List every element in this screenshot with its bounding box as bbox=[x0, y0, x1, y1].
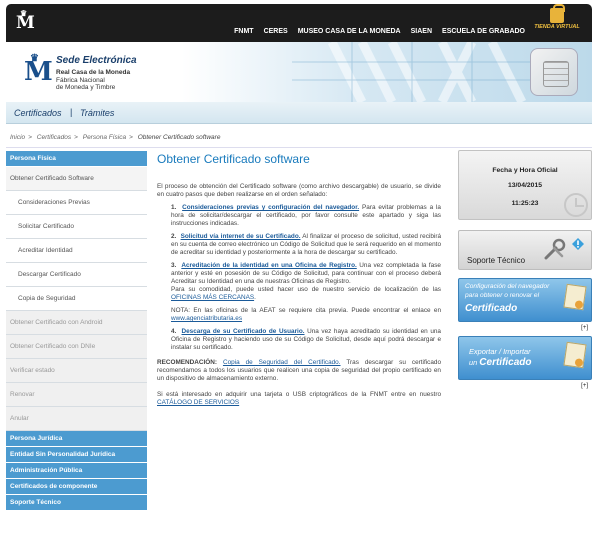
sidebar-item-consideraciones-previas[interactable]: Consideraciones Previas bbox=[6, 191, 147, 215]
step-3-number: 3. bbox=[171, 262, 177, 269]
nav-ceres[interactable]: CERES bbox=[259, 28, 293, 35]
certificate-icon bbox=[563, 283, 587, 311]
recommendation: RECOMENDACIÓN: Copia de Seguridad del Ce… bbox=[157, 359, 441, 383]
catalog-text: Si está interesado en adquirir una tarje… bbox=[157, 391, 441, 398]
breadcrumb: Inicio > Certificados > Persona Física > Ob… bbox=[10, 134, 221, 141]
divider bbox=[6, 147, 592, 148]
export-import-line2: un Certificado bbox=[469, 357, 532, 368]
fnmt-logo[interactable]: ♛ M bbox=[24, 52, 53, 88]
sidebar-item-dnie[interactable]: Obtener Certificado con DNIe bbox=[6, 335, 147, 359]
browser-config-line1: Configuración del navegador bbox=[465, 283, 550, 290]
sidebar-header-soporte-tecnico[interactable]: Soporte Técnico bbox=[6, 495, 147, 511]
catalogo-servicios-link[interactable]: CATÁLOGO DE SERVICIOS bbox=[157, 399, 239, 406]
nav-escuela-grabado[interactable]: ESCUELA DE GRABADO bbox=[437, 28, 530, 35]
clock-icon bbox=[564, 193, 588, 217]
nav-siaen[interactable]: SIAEN bbox=[406, 28, 437, 35]
sidebar-item-android[interactable]: Obtener Certificado con Android bbox=[6, 311, 147, 335]
nav-museo[interactable]: MUSEO CASA DE LA MONEDA bbox=[293, 28, 406, 35]
sidebar: Persona Física Obtener Certificado Softw… bbox=[6, 151, 147, 511]
crest-logo[interactable]: ♛ M bbox=[16, 9, 35, 35]
shop-label: TIENDA VIRTUAL bbox=[534, 24, 580, 30]
export-import-line1: Exportar / Importar bbox=[469, 347, 531, 356]
sidebar-item-acreditar-identidad[interactable]: Acreditar Identidad bbox=[6, 239, 147, 263]
org-name-line3: de Moneda y Timbre bbox=[56, 84, 116, 91]
sidebar-header-persona-juridica[interactable]: Persona Jurídica bbox=[6, 431, 147, 447]
step-3-extra-text: Para su comodidad, puede usted hacer uso… bbox=[171, 286, 441, 293]
virtual-shop-link[interactable]: TIENDA VIRTUAL bbox=[528, 4, 586, 30]
certificate-icon bbox=[563, 341, 587, 369]
breadcrumb-certificados[interactable]: Certificados bbox=[37, 134, 71, 141]
step-1-number: 1. bbox=[171, 204, 177, 211]
step-3: 3. Acreditación de la identidad en una O… bbox=[171, 262, 441, 302]
site-banner: ♛ M Sede Electrónica Real Casa de la Mone… bbox=[6, 42, 592, 102]
org-name-line1: Real Casa de la Moneda bbox=[56, 69, 131, 76]
sidebar-item-solicitar-certificado[interactable]: Solicitar Certificado bbox=[6, 215, 147, 239]
info-icon bbox=[572, 238, 584, 250]
recommendation-label: RECOMENDACIÓN: bbox=[157, 359, 217, 366]
step-4: 4. Descarga de su Certificado de Usuario… bbox=[171, 328, 441, 352]
tab-certificados[interactable]: Certificados bbox=[14, 108, 62, 118]
intro-text: El proceso de obtención del Certificado … bbox=[157, 183, 441, 198]
step-1-link[interactable]: Consideraciones previas y configuración … bbox=[182, 204, 359, 211]
oficinas-cercanas-link[interactable]: OFICINAS MÁS CERCANAS bbox=[171, 294, 254, 301]
catalog-paragraph: Si está interesado en adquirir una tarje… bbox=[157, 391, 441, 407]
step-3-extra-end: . bbox=[254, 294, 256, 301]
breadcrumb-current: Obtener Certificado software bbox=[137, 134, 221, 141]
breadcrumb-inicio[interactable]: Inicio bbox=[10, 134, 25, 141]
step-4-number: 4. bbox=[171, 328, 177, 335]
export-import-prefix: un bbox=[469, 358, 480, 367]
support-label: Soporte Técnico bbox=[467, 256, 526, 265]
export-import-more[interactable]: [+] bbox=[581, 383, 588, 389]
sidebar-header-certificados-componente[interactable]: Certificados de componente bbox=[6, 479, 147, 495]
support-button[interactable]: Soporte Técnico bbox=[458, 230, 592, 270]
browser-config-line3: Certificado bbox=[465, 303, 518, 314]
sidebar-item-verificar-estado[interactable]: Verificar estado bbox=[6, 359, 147, 383]
top-bar: ♛ M FNMT CERES MUSEO CASA DE LA MONEDA SI… bbox=[6, 4, 592, 42]
step-2: 2. Solicitud vía internet de su Certific… bbox=[171, 233, 441, 257]
section-tabs: Certificados | Trámites bbox=[6, 102, 592, 124]
page-title: Obtener Certificado software bbox=[157, 152, 310, 166]
sidebar-header-administracion-publica[interactable]: Administración Pública bbox=[6, 463, 147, 479]
sidebar-item-obtener-certificado-software[interactable]: Obtener Certificado Software bbox=[6, 167, 147, 191]
tab-separator: | bbox=[70, 107, 73, 117]
step-1: 1. Consideraciones previas y configuraci… bbox=[171, 204, 441, 228]
official-date: 13/04/2015 bbox=[507, 182, 543, 189]
top-nav: FNMT CERES MUSEO CASA DE LA MONEDA SIAEN… bbox=[229, 28, 530, 35]
export-import-button[interactable]: Exportar / Importar un Certificado [+] bbox=[458, 336, 592, 389]
aeat-note: NOTA: En las oficinas de la AEAT se requ… bbox=[171, 307, 441, 323]
export-import-certificado: Certificado bbox=[479, 357, 532, 368]
step-2-link[interactable]: Solicitud vía internet de su Certificado… bbox=[181, 233, 301, 240]
smart-card-chip-icon bbox=[530, 48, 578, 96]
sidebar-header-persona-fisica[interactable]: Persona Física bbox=[6, 151, 147, 167]
step-2-number: 2. bbox=[171, 233, 177, 240]
sidebar-item-renovar[interactable]: Renovar bbox=[6, 383, 147, 407]
tab-tramites[interactable]: Trámites bbox=[80, 108, 114, 118]
sidebar-item-anular[interactable]: Anular bbox=[6, 407, 147, 431]
org-name-line2: Fábrica Nacional bbox=[56, 77, 105, 84]
shopping-bag-icon bbox=[550, 4, 565, 23]
sidebar-item-descargar-certificado[interactable]: Descargar Certificado bbox=[6, 263, 147, 287]
nav-fnmt[interactable]: FNMT bbox=[229, 28, 258, 35]
note-text: NOTA: En las oficinas de la AEAT se requ… bbox=[171, 307, 441, 314]
browser-config-line2: para obtener o renovar el bbox=[465, 292, 540, 299]
step-3-link[interactable]: Acreditación de la identidad en una Ofic… bbox=[181, 262, 356, 269]
browser-config-more[interactable]: [+] bbox=[581, 325, 588, 331]
sidebar-header-entidad-sin-personalidad[interactable]: Entidad Sin Personalidad Jurídica bbox=[6, 447, 147, 463]
official-time-box: Fecha y Hora Oficial 13/04/2015 11:25:23 bbox=[458, 150, 592, 220]
sidebar-item-copia-seguridad[interactable]: Copia de Seguridad bbox=[6, 287, 147, 311]
right-column: Fecha y Hora Oficial 13/04/2015 11:25:23… bbox=[458, 150, 592, 389]
agencia-tributaria-link[interactable]: www.agenciatributaria.es bbox=[171, 315, 242, 322]
browser-config-button[interactable]: Configuración del navegador para obtener… bbox=[458, 278, 592, 331]
official-time-title: Fecha y Hora Oficial bbox=[492, 167, 558, 174]
copia-seguridad-link[interactable]: Copia de Seguridad del Certificado. bbox=[223, 359, 341, 366]
breadcrumb-persona-fisica[interactable]: Persona Física bbox=[83, 134, 126, 141]
wrench-icon bbox=[544, 238, 566, 260]
main-content: Obtener Certificado software El proceso … bbox=[157, 152, 441, 407]
site-title: Sede Electrónica bbox=[56, 55, 137, 66]
step-4-link[interactable]: Descarga de su Certificado de Usuario. bbox=[182, 328, 305, 335]
